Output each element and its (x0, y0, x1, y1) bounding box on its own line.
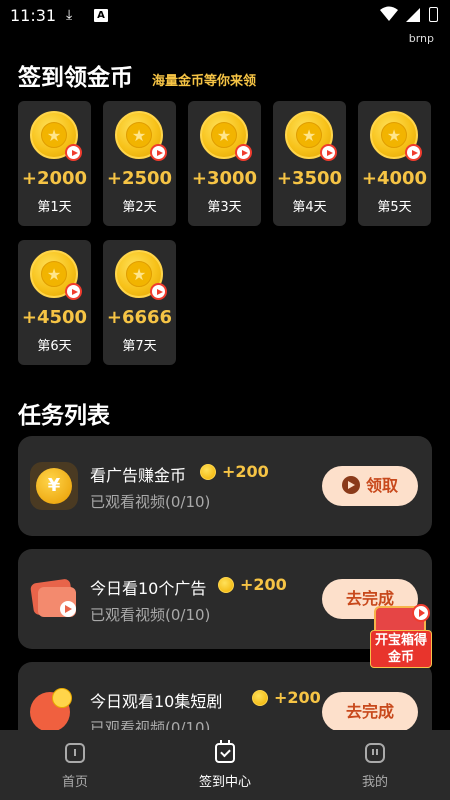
status-bar: 11:31 ⤓ A (0, 0, 450, 32)
claim-button-label: 领取 (365, 476, 398, 495)
battery-icon (429, 7, 438, 22)
day-amount: +4000 (361, 168, 428, 189)
day-card-1[interactable]: ★ +2000 第1天 (18, 101, 91, 226)
day-amount: +3500 (276, 168, 343, 189)
status-time: 11:31 (10, 6, 57, 25)
play-icon (150, 283, 167, 300)
short-drama-icon (30, 688, 78, 736)
go-complete-button[interactable]: 去完成 (322, 692, 418, 732)
day-amount: +6666 (106, 307, 173, 328)
nav-label: 首页 (61, 775, 88, 790)
day-card-5[interactable]: ★ +4000 第5天 (358, 101, 431, 226)
task-progress: 已观看视频(0/10) (90, 606, 211, 624)
yen-coin-icon: ¥ (30, 462, 78, 510)
task-progress: 已观看视频(0/10) (90, 493, 211, 511)
play-icon (65, 144, 82, 161)
profile-icon (365, 743, 385, 763)
play-icon (320, 144, 337, 161)
day-card-7[interactable]: ★ +6666 第7天 (103, 240, 176, 365)
day-amount: +3000 (191, 168, 258, 189)
gold-coin-icon: ★ (115, 250, 167, 300)
play-icon (150, 144, 167, 161)
nav-item-home[interactable]: 首页 (0, 730, 150, 800)
day-label: 第5天 (377, 200, 412, 215)
day-label: 第3天 (207, 200, 242, 215)
task-reward: +200 (222, 462, 269, 481)
play-icon (235, 144, 252, 161)
gold-coin-icon: ★ (30, 111, 82, 161)
play-icon (341, 476, 360, 494)
task-name: 今日观看10集短剧 (90, 692, 223, 711)
gold-coin-icon: ★ (30, 250, 82, 300)
day-card-4[interactable]: ★ +3500 第4天 (273, 101, 346, 226)
day-card-2[interactable]: ★ +2500 第2天 (103, 101, 176, 226)
day-label: 第4天 (292, 200, 327, 215)
bottom-nav: 首页 签到中心 我的 (0, 730, 450, 800)
gold-coin-icon: ★ (285, 111, 337, 161)
video-ad-icon (29, 575, 78, 623)
gold-coin-icon: ★ (200, 111, 252, 161)
treasure-chest-button[interactable]: 开宝箱得金币 (370, 600, 434, 670)
gold-coin-icon: ★ (115, 111, 167, 161)
sign-in-subtitle: 海量金币等你来领 (152, 74, 257, 89)
day-amount: +2000 (21, 168, 88, 189)
day-label: 第6天 (37, 339, 72, 354)
nav-label: 我的 (361, 775, 388, 790)
wifi-icon (380, 6, 398, 21)
coin-icon (218, 577, 234, 593)
day-card-3[interactable]: ★ +3000 第3天 (188, 101, 261, 226)
treasure-chest-label: 开宝箱得金币 (370, 630, 432, 668)
day-card-6[interactable]: ★ +4500 第6天 (18, 240, 91, 365)
coin-icon (200, 464, 216, 480)
coin-icon (252, 690, 268, 706)
task-card-watch-ad: ¥ 看广告赚金币 +200 已观看视频(0/10) 领取 (18, 436, 432, 536)
carrier-label: brnp (408, 32, 434, 45)
day-label: 第1天 (37, 200, 72, 215)
task-list-title: 任务列表 (18, 403, 110, 429)
day-amount: +4500 (21, 307, 88, 328)
day-amount: +2500 (106, 168, 173, 189)
nav-label: 签到中心 (198, 775, 251, 790)
task-name: 今日看10个广告 (90, 579, 207, 598)
day-label: 第7天 (122, 339, 157, 354)
notification-a-icon: A (94, 9, 108, 22)
sign-in-title: 签到领金币 (18, 65, 133, 91)
signal-icon (406, 8, 420, 22)
gold-coin-icon: ★ (370, 111, 422, 161)
calendar-check-icon (215, 740, 235, 763)
task-name: 看广告赚金币 (90, 466, 187, 485)
claim-button[interactable]: 领取 (322, 466, 418, 506)
day-label: 第2天 (122, 200, 157, 215)
nav-item-sign-in-center[interactable]: 签到中心 (150, 730, 300, 800)
task-reward: +200 (240, 575, 287, 594)
task-reward: +200 (274, 688, 321, 707)
play-icon (412, 604, 430, 622)
play-icon (405, 144, 422, 161)
play-icon (65, 283, 82, 300)
download-icon: ⤓ (66, 7, 73, 23)
nav-item-profile[interactable]: 我的 (300, 730, 450, 800)
home-icon (65, 743, 85, 763)
